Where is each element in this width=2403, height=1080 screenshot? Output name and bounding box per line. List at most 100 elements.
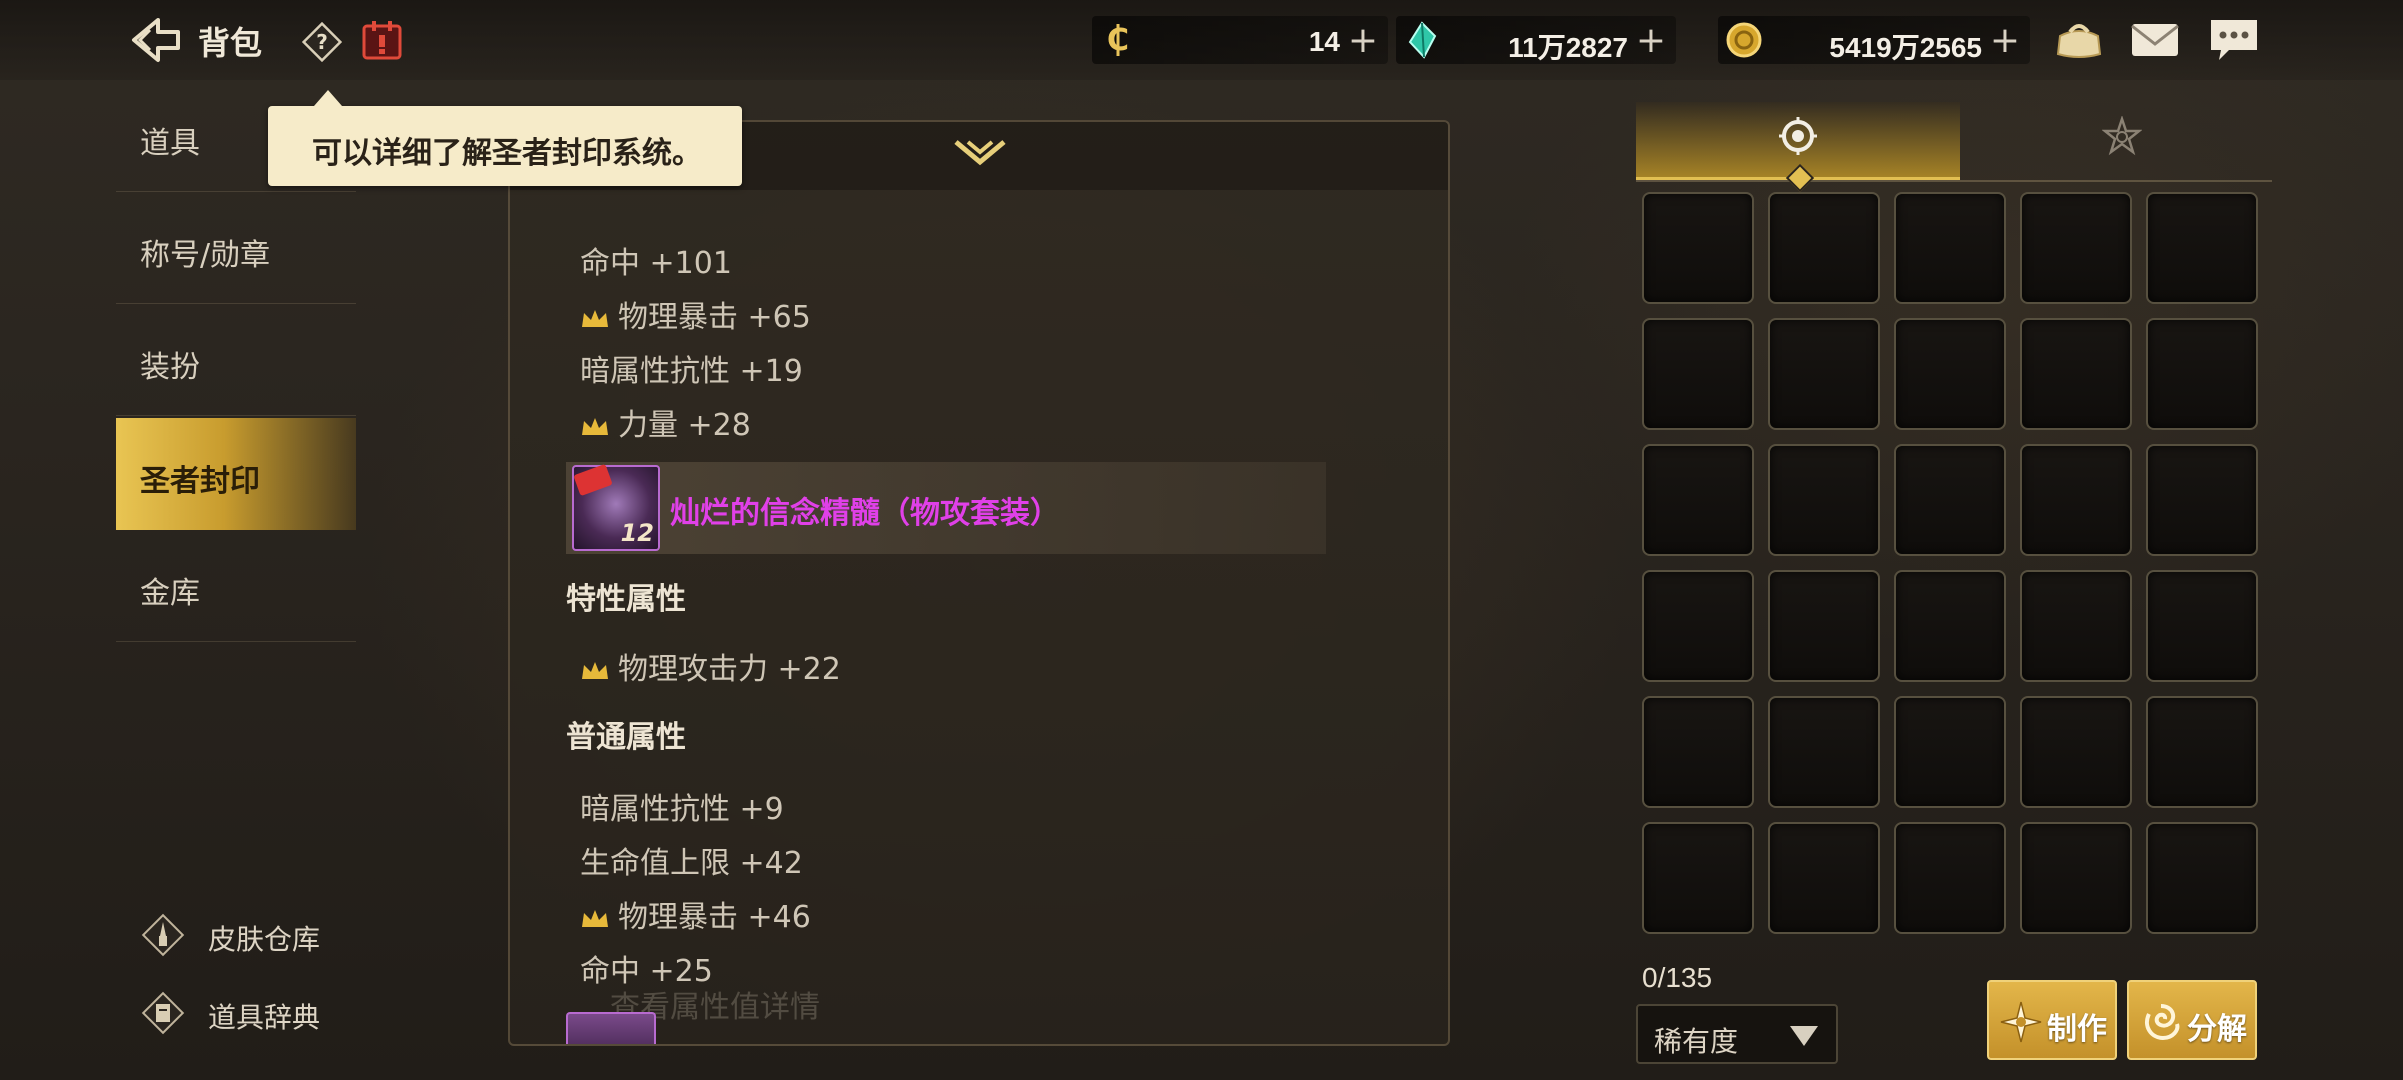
normal-section-title: 普通属性 bbox=[566, 720, 686, 755]
stat-line: 命中 +101 bbox=[580, 238, 732, 281]
trait-section-title: 特性属性 bbox=[566, 582, 686, 617]
top-bar: 背包 ? C 14 + 11万 bbox=[0, 0, 2403, 80]
inventory-slot[interactable] bbox=[1768, 444, 1880, 556]
stat-line: 物理暴击 +65 bbox=[580, 292, 811, 335]
stat-text: 命中 +101 bbox=[580, 246, 732, 281]
inventory-slot[interactable] bbox=[1894, 192, 2006, 304]
stat-line: 物理暴击 +46 bbox=[580, 892, 811, 935]
sidebar-item-label: 道具 bbox=[140, 126, 200, 161]
inventory-slot[interactable] bbox=[1768, 696, 1880, 808]
back-arrow-icon[interactable] bbox=[128, 14, 184, 66]
sort-label: 稀有度 bbox=[1654, 1025, 1739, 1058]
inventory-slot[interactable] bbox=[2020, 318, 2132, 430]
currency-value: 5419万2565 bbox=[1829, 32, 1982, 63]
seal-tab-icon bbox=[1779, 117, 1817, 155]
set-item-row[interactable]: 12 灿烂的信念精髓（物攻套装） bbox=[566, 462, 1326, 554]
inventory-slot[interactable] bbox=[2020, 570, 2132, 682]
item-dictionary-link[interactable]: 道具辞典 bbox=[140, 986, 380, 1040]
add-currency-button[interactable]: + bbox=[1348, 20, 1378, 61]
svg-text:?: ? bbox=[316, 30, 328, 54]
inventory-slot[interactable] bbox=[1642, 318, 1754, 430]
inventory-slot[interactable] bbox=[1894, 822, 2006, 934]
skin-storage-label: 皮肤仓库 bbox=[208, 923, 321, 956]
inventory-slot[interactable] bbox=[1642, 822, 1754, 934]
craft-label: 制作 bbox=[2047, 1012, 2107, 1047]
sidebar-item-costume[interactable]: 装扮 bbox=[116, 304, 356, 416]
chevron-down-icon[interactable] bbox=[950, 134, 1010, 174]
stat-line: 暗属性抗性 +19 bbox=[580, 346, 803, 389]
inventory-count: 0/135 bbox=[1642, 962, 1713, 993]
stat-text: 生命值上限 +42 bbox=[580, 846, 803, 881]
swirl-icon bbox=[2144, 1004, 2180, 1041]
inventory-slot[interactable] bbox=[1894, 318, 2006, 430]
inventory-slot[interactable] bbox=[1642, 192, 1754, 304]
page-title: 背包 bbox=[198, 24, 263, 62]
crown-icon bbox=[582, 417, 608, 435]
c-coin-icon: C bbox=[1098, 20, 1138, 60]
help-tooltip: 可以详细了解圣者封印系统。 bbox=[268, 90, 742, 186]
inventory-slot[interactable] bbox=[1768, 318, 1880, 430]
stat-text: 暗属性抗性 +19 bbox=[580, 354, 803, 389]
inventory-slot[interactable] bbox=[1894, 696, 2006, 808]
inventory-slot[interactable] bbox=[1768, 570, 1880, 682]
shop-bag-icon[interactable] bbox=[2052, 14, 2106, 66]
stat-line: 生命值上限 +42 bbox=[580, 838, 803, 881]
currency-value: 11万2827 bbox=[1508, 32, 1628, 63]
stat-line: 暗属性抗性 +9 bbox=[580, 784, 784, 827]
question-icon[interactable]: ? bbox=[301, 21, 343, 63]
stat-text: 暗属性抗性 +9 bbox=[580, 792, 784, 827]
inventory-slot[interactable] bbox=[2146, 822, 2258, 934]
sidebar-item-vault[interactable]: 金库 bbox=[116, 530, 356, 642]
crown-icon bbox=[582, 309, 608, 327]
inventory-slot[interactable] bbox=[2020, 444, 2132, 556]
inventory-slot[interactable] bbox=[2146, 318, 2258, 430]
stat-line: 物理攻击力 +22 bbox=[580, 644, 841, 687]
inventory-slot[interactable] bbox=[2020, 696, 2132, 808]
inventory-slot[interactable] bbox=[2146, 444, 2258, 556]
stat-line: 命中 +25 bbox=[580, 946, 713, 989]
craft-icon bbox=[2000, 1001, 2042, 1043]
inventory-slot[interactable] bbox=[2146, 570, 2258, 682]
tab-star[interactable] bbox=[1960, 102, 2284, 180]
stat-text: 物理暴击 +46 bbox=[618, 900, 811, 935]
sidebar: 道具 称号/勋章 装扮 圣者封印 金库 皮肤仓库 道具辞典 bbox=[116, 80, 356, 1080]
mail-icon[interactable] bbox=[2128, 14, 2182, 66]
inventory-slot[interactable] bbox=[2020, 822, 2132, 934]
crown-icon bbox=[582, 661, 608, 679]
add-currency-button[interactable]: + bbox=[1990, 20, 2020, 61]
currency-gem: 11万2827 + bbox=[1396, 16, 1676, 64]
calendar-icon[interactable] bbox=[360, 18, 404, 62]
inventory-slot[interactable] bbox=[1894, 444, 2006, 556]
inventory-slot[interactable] bbox=[1768, 822, 1880, 934]
dismantle-button[interactable]: 分解 bbox=[2127, 980, 2257, 1060]
seal-essence-icon bbox=[566, 1012, 656, 1044]
inventory-slot[interactable] bbox=[1642, 570, 1754, 682]
stat-line: 力量 +28 bbox=[580, 400, 751, 443]
seal-essence-icon: 12 bbox=[572, 463, 660, 551]
dismantle-label: 分解 bbox=[2187, 1012, 2247, 1047]
sidebar-item-holy-seal[interactable]: 圣者封印 bbox=[116, 418, 356, 530]
inventory-grid bbox=[1642, 192, 2262, 936]
sidebar-item-titles-medals[interactable]: 称号/勋章 bbox=[116, 192, 356, 304]
sort-dropdown[interactable]: 稀有度 bbox=[1636, 1004, 1838, 1064]
inventory-slot[interactable] bbox=[2020, 192, 2132, 304]
tab-divider bbox=[1636, 180, 2272, 182]
star-tab-icon bbox=[2102, 116, 2142, 156]
inventory-slot[interactable] bbox=[2146, 192, 2258, 304]
craft-button[interactable]: 制作 bbox=[1987, 980, 2117, 1060]
inventory-slot[interactable] bbox=[1642, 696, 1754, 808]
inventory-slot[interactable] bbox=[1768, 192, 1880, 304]
seal-detail-panel[interactable]: 命中 +101 物理暴击 +65 暗属性抗性 +19 力量 +28 12 灿烂的… bbox=[508, 120, 1450, 1046]
set-item-level: 12 bbox=[620, 519, 654, 547]
currency-gold: 5419万2565 + bbox=[1718, 16, 2030, 64]
currency-value: 14 bbox=[1308, 26, 1340, 57]
inventory-slot[interactable] bbox=[1894, 570, 2006, 682]
skin-storage-link[interactable]: 皮肤仓库 bbox=[140, 908, 380, 962]
sidebar-item-label: 圣者封印 bbox=[140, 464, 260, 499]
inventory-slot[interactable] bbox=[2146, 696, 2258, 808]
inventory-slot[interactable] bbox=[1642, 444, 1754, 556]
stat-text: 力量 +28 bbox=[618, 408, 751, 443]
add-currency-button[interactable]: + bbox=[1636, 20, 1666, 61]
stat-text: 物理攻击力 +22 bbox=[618, 652, 841, 687]
chat-icon[interactable] bbox=[2207, 14, 2261, 66]
